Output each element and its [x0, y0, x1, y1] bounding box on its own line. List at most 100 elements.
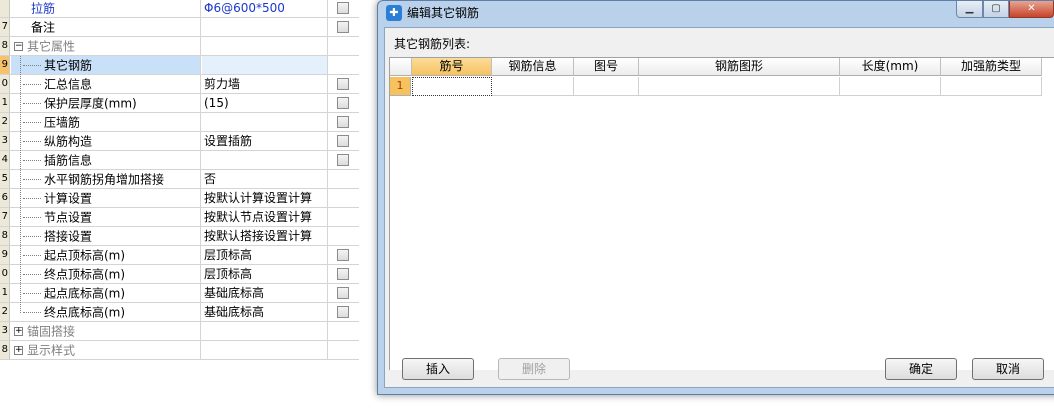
- property-value[interactable]: [202, 18, 328, 36]
- property-row[interactable]: 0 汇总信息 剪力墙: [0, 75, 359, 94]
- property-value[interactable]: 层顶标高: [202, 265, 328, 283]
- tree-connector-icon: [23, 255, 41, 256]
- cancel-button[interactable]: 取消: [972, 358, 1044, 380]
- property-row[interactable]: 9 起点顶标高(m) 层顶标高: [0, 246, 359, 265]
- property-row[interactable]: 1 起点底标高(m) 基础底标高: [0, 284, 359, 303]
- property-row[interactable]: 7 节点设置 按默认节点设置计算: [0, 208, 359, 227]
- dialog-titlebar[interactable]: ✚ 编辑其它钢筋 ▁ ▢ ✕: [378, 1, 1054, 26]
- property-checkbox[interactable]: [337, 78, 349, 90]
- tree-connector-icon: [23, 179, 41, 180]
- property-checkbox[interactable]: [337, 249, 349, 261]
- property-value[interactable]: 设置插筋: [202, 132, 328, 150]
- delete-button[interactable]: 删除: [498, 358, 570, 380]
- property-checkbox[interactable]: [337, 116, 349, 128]
- column-header-reinforcement-type[interactable]: 加强筋类型: [941, 58, 1042, 76]
- property-value[interactable]: Φ6@600*500: [202, 0, 328, 17]
- row-number: 7: [0, 208, 10, 226]
- row-number: 8: [0, 341, 10, 359]
- column-header-rebar-shape[interactable]: 钢筋图形: [639, 58, 840, 76]
- minimize-button[interactable]: ▁: [956, 1, 983, 18]
- property-name-label: 保护层厚度(mm): [44, 96, 137, 111]
- property-row[interactable]: 3 纵筋构造 设置插筋: [0, 132, 359, 151]
- tree-connector-icon: [23, 160, 41, 161]
- property-row[interactable]: 8− 其它属性: [0, 37, 359, 56]
- tree-connector-icon: [23, 122, 41, 123]
- row-header[interactable]: 1: [390, 77, 411, 96]
- property-name: 终点顶标高(m): [11, 265, 201, 283]
- row-number: 4: [0, 151, 10, 169]
- row-number: 2: [0, 113, 10, 131]
- cell-rebar-shape[interactable]: [639, 77, 840, 96]
- property-value[interactable]: 按默认搭接设置计算: [202, 227, 328, 245]
- expand-icon[interactable]: +: [14, 327, 23, 336]
- property-row[interactable]: 9 其它钢筋: [0, 56, 359, 75]
- dialog-client-area: 其它钢筋列表: 筋号 钢筋信息 图号 钢筋图形 长度(mm) 加强筋类型 1 插…: [384, 27, 1054, 388]
- property-checkbox[interactable]: [337, 2, 349, 14]
- property-value[interactable]: [202, 341, 328, 359]
- cell-reinforcement-type[interactable]: [941, 77, 1042, 96]
- property-checkbox[interactable]: [337, 97, 349, 109]
- property-name: 备注: [11, 18, 201, 36]
- property-value[interactable]: 层顶标高: [202, 246, 328, 264]
- row-number: 8: [0, 227, 10, 245]
- property-value[interactable]: 剪力墙: [202, 75, 328, 93]
- column-header-rebar-info[interactable]: 钢筋信息: [492, 58, 574, 76]
- property-value[interactable]: 按默认节点设置计算: [202, 208, 328, 226]
- rebar-list-label: 其它钢筋列表:: [394, 37, 471, 51]
- property-name: 终点底标高(m): [11, 303, 201, 321]
- property-row[interactable]: 2 压墙筋: [0, 113, 359, 132]
- cell-length[interactable]: [840, 77, 941, 96]
- property-value[interactable]: 按默认计算设置计算: [202, 189, 328, 207]
- property-checkbox[interactable]: [337, 154, 349, 166]
- property-name-label: 计算设置: [44, 191, 93, 206]
- cell-rebar-number[interactable]: [412, 77, 492, 96]
- property-name: 拉筋: [11, 0, 201, 17]
- property-value[interactable]: [202, 37, 328, 55]
- property-checkbox[interactable]: [337, 135, 349, 147]
- column-header-rebar-number[interactable]: 筋号: [412, 58, 492, 76]
- ok-button[interactable]: 确定: [885, 358, 957, 380]
- property-value[interactable]: [202, 151, 328, 169]
- column-header-length[interactable]: 长度(mm): [840, 58, 941, 76]
- property-row[interactable]: 8 搭接设置 按默认搭接设置计算: [0, 227, 359, 246]
- property-checkbox[interactable]: [337, 21, 349, 33]
- property-row[interactable]: 3 + 锚固搭接: [0, 322, 359, 341]
- property-name-label: 拉筋: [31, 1, 56, 16]
- property-row[interactable]: 8 + 显示样式: [0, 341, 359, 360]
- close-button[interactable]: ✕: [1009, 1, 1054, 18]
- property-value[interactable]: 基础底标高: [202, 284, 328, 302]
- property-row[interactable]: 2 终点底标高(m) 基础底标高: [0, 303, 359, 322]
- property-value[interactable]: [202, 56, 328, 74]
- property-name-label: 起点顶标高(m): [44, 248, 126, 263]
- property-row[interactable]: 拉筋 Φ6@600*500: [0, 0, 359, 18]
- expand-icon[interactable]: +: [14, 346, 23, 355]
- cell-shape-number[interactable]: [574, 77, 639, 96]
- row-number: 2: [0, 303, 10, 321]
- property-row[interactable]: 1 保护层厚度(mm) (15): [0, 94, 359, 113]
- property-checkbox[interactable]: [337, 287, 349, 299]
- property-value[interactable]: 否: [202, 170, 328, 188]
- property-row[interactable]: 5 水平钢筋拐角增加搭接 否: [0, 170, 359, 189]
- property-row[interactable]: 7 备注: [0, 18, 359, 37]
- insert-button[interactable]: 插入: [402, 358, 474, 380]
- maximize-button[interactable]: ▢: [983, 1, 1009, 18]
- property-name: 水平钢筋拐角增加搭接: [11, 170, 201, 188]
- property-checkbox[interactable]: [337, 306, 349, 318]
- tree-connector-icon: [23, 65, 41, 66]
- property-name-label: 其它属性: [27, 39, 76, 54]
- property-row[interactable]: 4 插筋信息: [0, 151, 359, 170]
- property-name: 计算设置: [11, 189, 201, 207]
- property-value[interactable]: (15): [202, 94, 328, 112]
- property-row[interactable]: 0 终点顶标高(m) 层顶标高: [0, 265, 359, 284]
- cell-rebar-info[interactable]: [492, 77, 574, 96]
- property-row[interactable]: 6 计算设置 按默认计算设置计算: [0, 189, 359, 208]
- collapse-icon[interactable]: −: [14, 42, 23, 51]
- tree-connector-icon: [23, 84, 41, 85]
- tree-connector-icon: [23, 274, 41, 275]
- property-checkbox[interactable]: [337, 268, 349, 280]
- property-value[interactable]: 基础底标高: [202, 303, 328, 321]
- property-value[interactable]: [202, 322, 328, 340]
- column-header-shape-number[interactable]: 图号: [574, 58, 639, 76]
- tree-connector-icon: [23, 141, 41, 142]
- property-value[interactable]: [202, 113, 328, 131]
